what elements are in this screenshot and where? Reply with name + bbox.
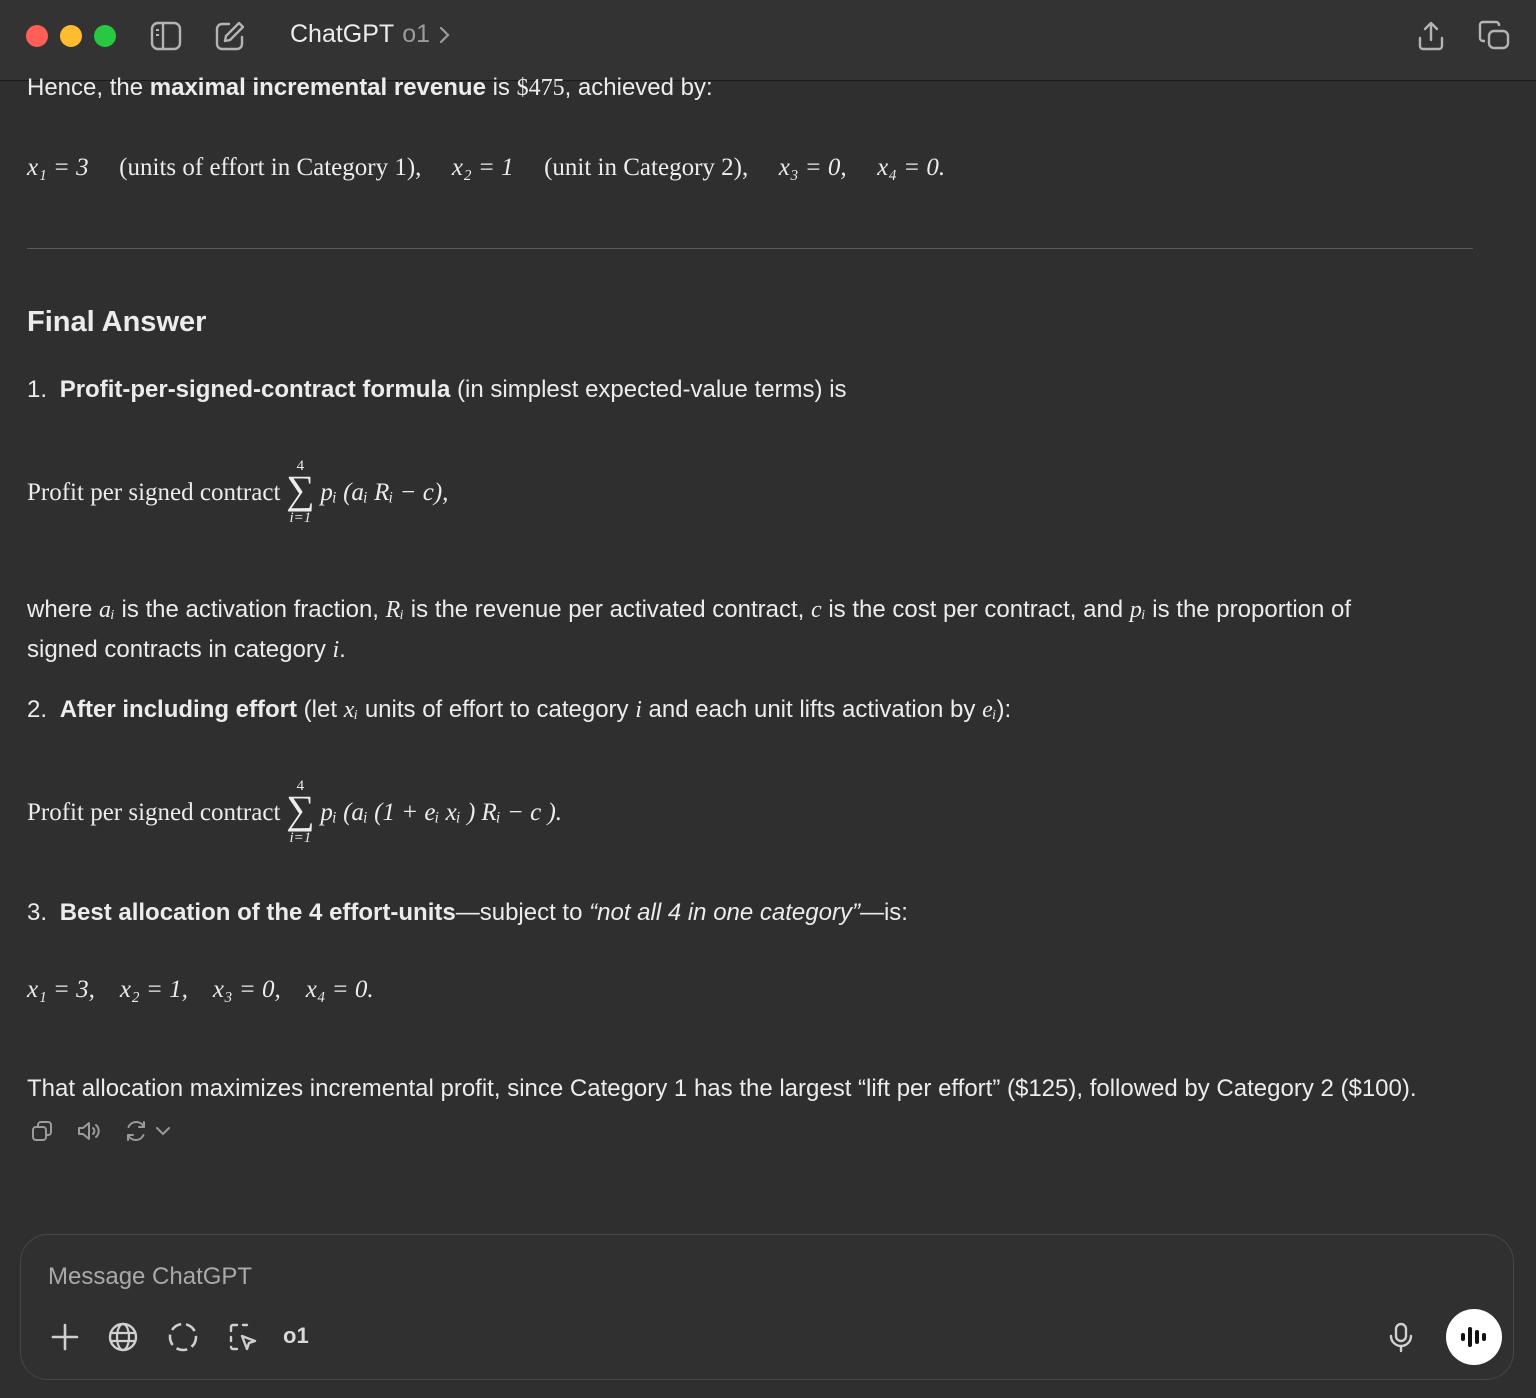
math-x1: x₁ = 3 (27, 154, 89, 181)
final-answer-heading: Final Answer (27, 306, 207, 338)
read-aloud-icon[interactable] (75, 1116, 105, 1146)
var-i: i (635, 697, 642, 723)
item3-text: —subject to (455, 899, 590, 926)
intro-bold: maximal incremental revenue (149, 74, 486, 101)
formula2-prefix: Profit per signed contract (27, 799, 281, 826)
regenerate-icon[interactable] (123, 1116, 173, 1146)
list-item-2: 2. After including effort (let xᵢ units … (27, 696, 1011, 724)
where-line-1: where aᵢ is the activation fraction, Rᵢ … (27, 596, 1351, 624)
dashed-circle-icon[interactable] (165, 1319, 201, 1355)
item2-bold: After including effort (59, 696, 298, 723)
formula1-prefix: Profit per signed contract (27, 479, 281, 506)
where-text: is the activation fraction, (114, 596, 386, 623)
revenue-amount: $475 (516, 75, 565, 101)
voice-mode-button[interactable] (1446, 1309, 1502, 1365)
where-text: signed contracts in category (27, 636, 333, 663)
where-line-2: signed contracts in category i. (27, 636, 346, 664)
list-number: 3. (27, 899, 48, 926)
item2-text: and each unit lifts activation by (641, 696, 983, 723)
new-window-icon[interactable] (1476, 18, 1512, 54)
composer: Message ChatGPT o1 (20, 1234, 1514, 1380)
copy-icon[interactable] (27, 1116, 57, 1146)
allocation-math: x₁ = 3 (units of effort in Category 1), … (27, 154, 945, 182)
item3-text: —is: (859, 899, 908, 926)
sidebar-toggle-icon[interactable] (148, 18, 184, 54)
share-icon[interactable] (1413, 18, 1449, 54)
model-selector[interactable]: ChatGPT o1 (290, 20, 450, 49)
math-x2-note: (unit in Category 2), (544, 154, 749, 181)
math-x4: x₄ = 0. (877, 154, 946, 181)
message-actions (27, 1116, 173, 1146)
summation: 4 ∑ i=1 (282, 778, 318, 848)
microphone-icon[interactable] (1383, 1319, 1419, 1355)
chevron-right-icon (439, 26, 450, 43)
model-name: o1 (402, 20, 431, 48)
conclusion: That allocation maximizes incremental pr… (27, 1075, 1417, 1102)
list-number: 1. (27, 376, 48, 403)
item1-text: (in simplest expected-value terms) is (450, 376, 847, 403)
cursor-select-icon[interactable] (225, 1319, 261, 1355)
formula2-body: pᵢ (aᵢ (1 + eᵢ xᵢ ) Rᵢ − c ). (320, 799, 563, 826)
formula-2: Profit per signed contract 4 ∑ i=1 pᵢ (aᵢ (1… (27, 778, 562, 848)
divider (27, 248, 1473, 249)
formula1-body: pᵢ (aᵢ Rᵢ − c), (320, 479, 449, 506)
summation: 4 ∑ i=1 (282, 458, 318, 528)
model-toggle-button[interactable]: o1 (283, 1323, 309, 1349)
sum-lower: i=1 (289, 830, 312, 846)
item2-text: ): (996, 696, 1012, 723)
minimize-window-button[interactable] (60, 25, 82, 47)
list-item-1: 1. Profit-per-signed-contract formula (i… (27, 376, 847, 404)
allocation-result-math: x₁ = 3, x₂ = 1, x₃ = 0, x₄ = 0. (27, 976, 374, 1003)
plus-icon[interactable] (47, 1319, 83, 1355)
title-bar: ChatGPT o1 (0, 0, 1536, 81)
var-a: aᵢ (99, 597, 115, 623)
var-p: pᵢ (1129, 597, 1146, 623)
where-text: is the proportion of (1145, 596, 1352, 623)
message-input[interactable]: Message ChatGPT (48, 1263, 252, 1291)
item3-bold: Best allocation of the 4 effort-units (59, 899, 456, 926)
new-chat-icon[interactable] (212, 18, 248, 54)
where-text: is the revenue per activated contract, (404, 596, 811, 623)
item2-text: (let (297, 696, 344, 723)
var-e: eᵢ (982, 697, 997, 723)
formula-1: Profit per signed contract 4 ∑ i=1 pᵢ (aᵢ Rᵢ… (27, 458, 448, 528)
item1-bold: Profit-per-signed-contract formula (59, 376, 451, 403)
sum-lower: i=1 (289, 510, 312, 526)
close-window-button[interactable] (26, 25, 48, 47)
list-item-3: 3. Best allocation of the 4 effort-units… (27, 899, 908, 927)
zoom-window-button[interactable] (94, 25, 116, 47)
math-x3: x₃ = 0, (778, 154, 847, 181)
math-x1-note: (units of effort in Category 1), (119, 154, 422, 181)
where-text: . (339, 636, 346, 663)
var-x: xᵢ (343, 697, 359, 723)
var-c: c (811, 597, 822, 623)
math-x2: x₂ = 1 (451, 154, 514, 181)
where-text: is the cost per contract, and (821, 596, 1130, 623)
app-title: ChatGPT (290, 20, 395, 48)
globe-icon[interactable] (105, 1319, 141, 1355)
item2-text: units of effort to category (358, 696, 636, 723)
intro-text: Hence, the (27, 74, 150, 101)
intro-text-3: , achieved by: (564, 74, 713, 101)
intro-line: Hence, the maximal incremental revenue i… (27, 74, 713, 102)
chevron-down-icon[interactable] (154, 1122, 172, 1140)
list-number: 2. (27, 696, 48, 723)
item3-italic: “not all 4 in one category” (589, 899, 860, 926)
voice-waveform-icon (1461, 1327, 1486, 1347)
where-text: where (27, 596, 100, 623)
var-r: Rᵢ (385, 597, 405, 623)
intro-text-2: is (485, 74, 517, 101)
